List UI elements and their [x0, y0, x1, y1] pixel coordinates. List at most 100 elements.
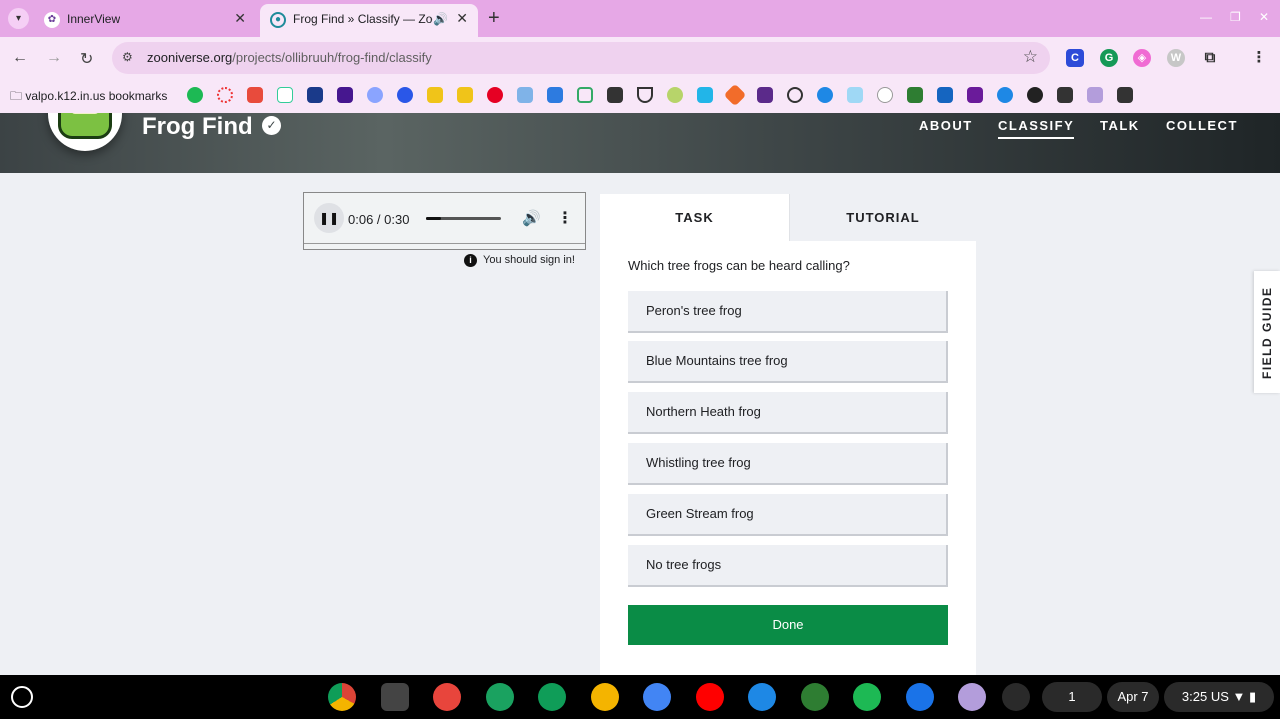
new-tab-button[interactable]: +	[488, 7, 500, 30]
bookmark-icon[interactable]	[1087, 87, 1103, 103]
bookmark-2048-icon[interactable]	[457, 87, 473, 103]
app-icon[interactable]	[958, 683, 986, 711]
bookmark-icon[interactable]	[697, 87, 713, 103]
spotify-app-icon[interactable]	[853, 683, 881, 711]
classroom-app-icon[interactable]	[486, 683, 514, 711]
spotify-bookmark-icon[interactable]	[187, 87, 203, 103]
verified-badge-icon: ✓	[262, 116, 281, 135]
answer-option[interactable]: Peron's tree frog	[628, 291, 948, 333]
bookmark-icon[interactable]	[397, 87, 413, 103]
volume-icon[interactable]: 🔊	[522, 209, 541, 227]
nav-talk[interactable]: TALK	[1100, 118, 1140, 133]
answer-option[interactable]: Northern Heath frog	[628, 392, 948, 434]
bookmark-icon[interactable]	[723, 83, 747, 107]
notification-pill[interactable]: 1	[1042, 682, 1102, 712]
youtube-app-icon[interactable]	[696, 683, 724, 711]
camera-app-icon[interactable]	[906, 683, 934, 711]
nav-about[interactable]: ABOUT	[919, 118, 973, 133]
pause-button[interactable]: ❚❚	[314, 203, 344, 233]
browser-tab-innerview[interactable]: ✿ InnerView ✕	[34, 4, 256, 37]
bookmark-icon[interactable]	[847, 87, 863, 103]
notification-count: 1	[1068, 689, 1076, 704]
bookmark-icon[interactable]	[1027, 87, 1043, 103]
site-settings-icon[interactable]: ⚙	[122, 50, 133, 64]
bookmark-icon[interactable]	[757, 87, 773, 103]
pinterest-bookmark-icon[interactable]	[487, 87, 503, 103]
media-controls-icon[interactable]	[1002, 683, 1030, 711]
bookmark-icon[interactable]	[967, 87, 983, 103]
bookmark-icon[interactable]	[997, 87, 1013, 103]
extension-gray-icon[interactable]: W	[1167, 49, 1185, 67]
tab-audio-icon[interactable]: 🔊	[433, 12, 448, 26]
sheets-app-icon[interactable]	[538, 683, 566, 711]
date-pill[interactable]: Apr 7	[1107, 682, 1159, 712]
audio-progress-slider[interactable]	[426, 217, 501, 220]
audio-menu-icon[interactable]: ⋮	[557, 208, 573, 228]
canvas-app-icon[interactable]	[433, 683, 461, 711]
tab-strip: ▾ ✿ InnerView ✕ ● Frog Find » Classify —…	[0, 0, 1280, 37]
bookmark-icon[interactable]	[637, 87, 653, 103]
answer-option[interactable]: No tree frogs	[628, 545, 948, 587]
answer-option[interactable]: Blue Mountains tree frog	[628, 341, 948, 383]
extensions-puzzle-icon[interactable]: ⧉	[1201, 49, 1219, 67]
bookmark-icon[interactable]	[277, 87, 293, 103]
extension-c-icon[interactable]: C	[1066, 49, 1084, 67]
bookmark-icon[interactable]	[607, 87, 623, 103]
forward-button[interactable]: →	[46, 49, 62, 67]
kahoot-bookmark-icon[interactable]	[337, 87, 353, 103]
bookmarks-folder[interactable]: 🗀 valpo.k12.in.us bookmarks	[10, 87, 167, 108]
bookmark-icon[interactable]	[217, 87, 233, 103]
project-logo[interactable]	[48, 113, 122, 151]
address-bar[interactable]: ⚙ zooniverse.org/projects/ollibruuh/frog…	[112, 42, 1050, 74]
slides-app-icon[interactable]	[591, 683, 619, 711]
project-title[interactable]: Frog Find	[142, 113, 253, 141]
bookmark-2048-icon[interactable]	[427, 87, 443, 103]
bookmark-icon[interactable]	[577, 87, 593, 103]
bookmark-icon[interactable]	[787, 87, 803, 103]
bookmarks-bar: 🗀 valpo.k12.in.us bookmarks	[0, 79, 1280, 113]
bookmark-icon[interactable]	[307, 87, 323, 103]
bookmark-icon[interactable]	[367, 87, 383, 103]
close-window-icon[interactable]: ✕	[1259, 10, 1269, 24]
field-guide-label: FIELD GUIDE	[1260, 286, 1274, 379]
status-tray[interactable]: 3:25 US ▼ ▮	[1164, 682, 1274, 712]
files-app-icon[interactable]	[748, 683, 776, 711]
nav-classify[interactable]: CLASSIFY	[998, 118, 1075, 139]
bookmark-icon[interactable]	[1117, 87, 1133, 103]
reload-button[interactable]: ↻	[80, 49, 93, 69]
bookmark-icon[interactable]	[937, 87, 953, 103]
tab-tutorial[interactable]: TUTORIAL	[789, 194, 976, 241]
bookmark-icon[interactable]	[547, 87, 563, 103]
minimize-icon[interactable]: —	[1200, 10, 1212, 24]
nav-collect[interactable]: COLLECT	[1166, 118, 1238, 133]
grammarly-icon[interactable]: G	[1100, 49, 1118, 67]
tab-task[interactable]: TASK	[600, 194, 789, 241]
menu-kebab-icon[interactable]: ⋮	[1250, 49, 1268, 67]
bookmark-icon[interactable]	[517, 87, 533, 103]
answer-option[interactable]: Green Stream frog	[628, 494, 948, 536]
bookmark-icon[interactable]	[817, 87, 833, 103]
back-button[interactable]: ←	[12, 49, 28, 67]
tab-search-button[interactable]: ▾	[8, 8, 29, 29]
bookmark-icon[interactable]	[1057, 87, 1073, 103]
app-icon[interactable]	[381, 683, 409, 711]
chrome-app-icon[interactable]	[328, 683, 356, 711]
done-button[interactable]: Done	[628, 605, 948, 645]
frog-logo-icon	[58, 113, 112, 139]
bookmark-icon[interactable]	[247, 87, 263, 103]
bookmark-icon[interactable]	[667, 87, 683, 103]
bookmark-star-icon[interactable]: ☆	[1023, 47, 1038, 67]
bookmark-icon[interactable]	[877, 87, 893, 103]
restore-icon[interactable]: ❐	[1230, 10, 1241, 24]
field-guide-tab[interactable]: FIELD GUIDE	[1254, 271, 1280, 393]
close-tab-icon[interactable]: ✕	[234, 10, 246, 27]
bookmark-icon[interactable]	[907, 87, 923, 103]
close-tab-icon[interactable]: ✕	[456, 10, 468, 27]
launcher-button[interactable]	[11, 686, 33, 708]
answer-option[interactable]: Whistling tree frog	[628, 443, 948, 485]
task-panel: TASK TUTORIAL Which tree frogs can be he…	[600, 194, 976, 675]
extension-pink-icon[interactable]: ◈	[1133, 49, 1151, 67]
browser-tab-frog-find[interactable]: ● Frog Find » Classify — Zoo 🔊 ✕	[260, 4, 478, 37]
docs-app-icon[interactable]	[643, 683, 671, 711]
calculator-app-icon[interactable]	[801, 683, 829, 711]
